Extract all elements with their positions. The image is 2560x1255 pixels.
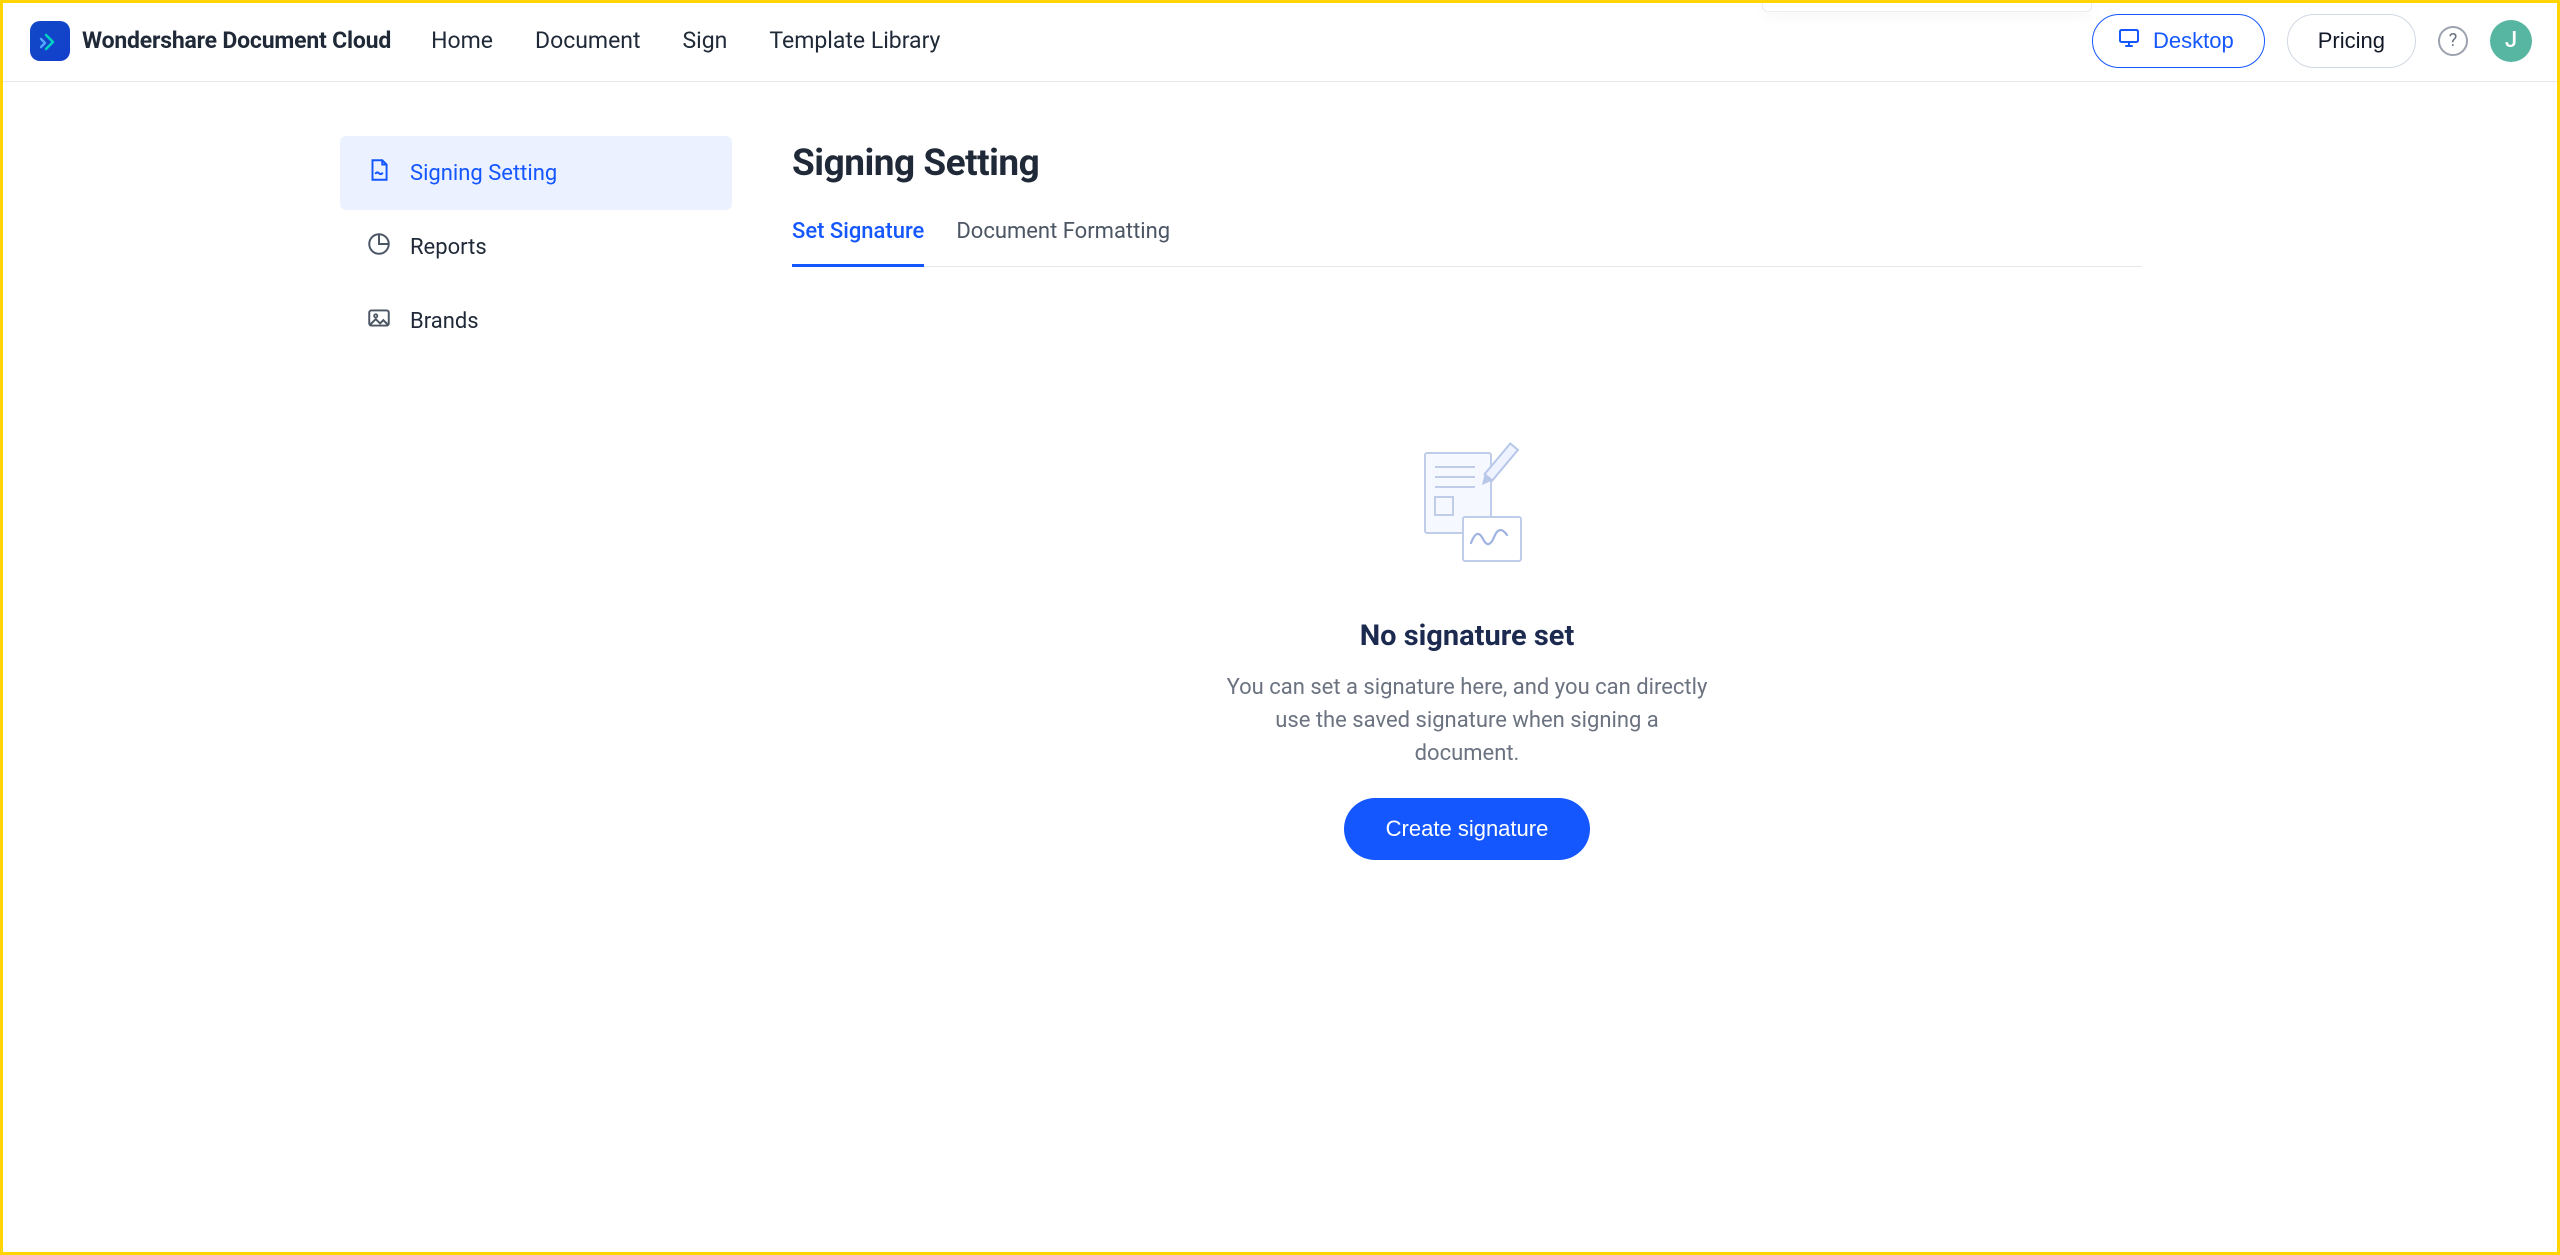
signature-icon [366, 157, 392, 189]
desktop-button-label: Desktop [2153, 28, 2234, 54]
help-icon[interactable]: ? [2438, 26, 2468, 56]
avatar-initial: J [2505, 28, 2517, 53]
pie-chart-icon [366, 231, 392, 263]
pricing-button-label: Pricing [2318, 28, 2385, 54]
sidebar-item-signing-setting[interactable]: Signing Setting [340, 136, 732, 210]
empty-state: No signature set You can set a signature… [792, 437, 2142, 860]
app-header: Wondershare Document Cloud Home Document… [0, 0, 2560, 82]
no-signature-illustration [1397, 437, 1537, 577]
empty-state-title: No signature set [792, 619, 2142, 653]
brand-logo-icon [30, 21, 70, 61]
pricing-button[interactable]: Pricing [2287, 14, 2416, 68]
ghost-popup-edge [1762, 0, 2092, 12]
sidebar-item-label: Reports [410, 235, 487, 260]
page-title: Signing Setting [792, 142, 2142, 185]
sidebar-item-reports[interactable]: Reports [340, 210, 732, 284]
create-signature-button-label: Create signature [1386, 816, 1549, 841]
nav-home[interactable]: Home [431, 27, 493, 54]
desktop-button[interactable]: Desktop [2092, 14, 2265, 68]
body: Signing Setting Reports Brands [0, 82, 2560, 1255]
top-navigation: Home Document Sign Template Library [431, 27, 940, 54]
avatar[interactable]: J [2490, 20, 2532, 62]
nav-document[interactable]: Document [535, 27, 641, 54]
main-content: Signing Setting Set Signature Document F… [732, 82, 2202, 1255]
monitor-icon [2117, 26, 2141, 56]
sidebar-item-label: Brands [410, 309, 479, 334]
tab-document-formatting[interactable]: Document Formatting [956, 219, 1170, 267]
image-icon [366, 305, 392, 337]
tab-set-signature[interactable]: Set Signature [792, 219, 924, 267]
nav-template-library[interactable]: Template Library [769, 27, 940, 54]
empty-state-description: You can set a signature here, and you ca… [1222, 671, 1712, 770]
create-signature-button[interactable]: Create signature [1344, 798, 1591, 860]
brand-logo-wrap[interactable]: Wondershare Document Cloud [30, 21, 391, 61]
settings-sidebar: Signing Setting Reports Brands [340, 82, 732, 1255]
content-tabs: Set Signature Document Formatting [792, 219, 2142, 267]
sidebar-item-brands[interactable]: Brands [340, 284, 732, 358]
header-right: Desktop Pricing ? J [2092, 14, 2532, 68]
nav-sign[interactable]: Sign [683, 27, 728, 54]
brand-name: Wondershare Document Cloud [82, 27, 391, 54]
sidebar-item-label: Signing Setting [410, 161, 557, 186]
